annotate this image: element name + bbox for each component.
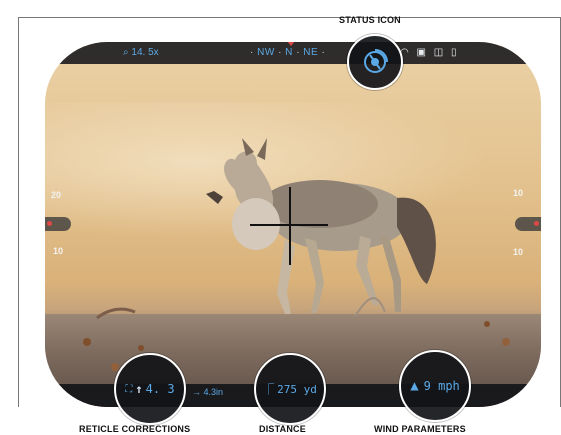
up-arrow-icon: ↑ (135, 382, 143, 396)
frame-top-rule (18, 17, 560, 18)
heading-marker (287, 42, 295, 46)
compass-west: NW (257, 47, 275, 58)
right-scale-bottom-label: 10 (513, 247, 524, 257)
wind-parameters-caption: WIND PARAMETERS (374, 424, 466, 434)
right-windage-marker (534, 221, 539, 226)
frame-left-rule (18, 17, 19, 407)
reticle-vertical (289, 187, 291, 265)
compass-east: NE (303, 47, 319, 58)
reticle-correction-value: 4. 3 (145, 382, 175, 396)
left-elevation-marker (47, 221, 52, 226)
right-scale-top-label: 10 (513, 188, 524, 198)
compass-strip: · NW · N · NE · (250, 47, 325, 58)
reticle-correction-icon: ⛶ (125, 383, 133, 395)
left-scale-lower-label: 10 (53, 246, 64, 256)
camera-icon: ◫ (433, 47, 444, 58)
wind-direction-icon: ▲ (410, 378, 419, 394)
wind-speed-value: 9 mph (423, 379, 460, 393)
status-icon-caption: STATUS ICON (339, 15, 401, 25)
status-icon-callout (347, 34, 403, 90)
zoom-value: 14. 5x (131, 47, 159, 58)
distance-caption: DISTANCE (259, 424, 306, 434)
battery-icon: ▯ (450, 47, 457, 58)
reticle-corrections-caption: RETICLE CORRECTIONS (79, 424, 191, 434)
reticle-corrections-callout: ⛶ ↑ 4. 3 (114, 353, 186, 425)
reticle-offset: → 4.3in (192, 387, 224, 397)
wind-parameters-callout: ▲ 9 mph (399, 350, 471, 422)
left-scale-top-label: 20 (51, 190, 62, 200)
distance-value: 275 yd (277, 382, 317, 396)
compass-dot: · (321, 47, 326, 58)
compass-north: N (285, 47, 293, 58)
right-windage-tab (515, 217, 541, 231)
distance-icon: ⎾ (263, 383, 275, 396)
status-icon (364, 49, 388, 73)
distance-callout: ⎾ 275 yd (254, 353, 326, 425)
sd-card-icon: ▣ (416, 47, 426, 58)
status-glyphs: ◠ ▣ ◫ ▯ (400, 47, 462, 58)
top-hud-bar: ⌕ 14. 5x · NW · N · NE · ◠ ▣ ◫ ▯ (45, 42, 541, 64)
left-elevation-tab (45, 217, 71, 231)
zoom-readout: ⌕ 14. 5x (123, 47, 159, 58)
magnifier-icon: ⌕ (123, 47, 129, 58)
